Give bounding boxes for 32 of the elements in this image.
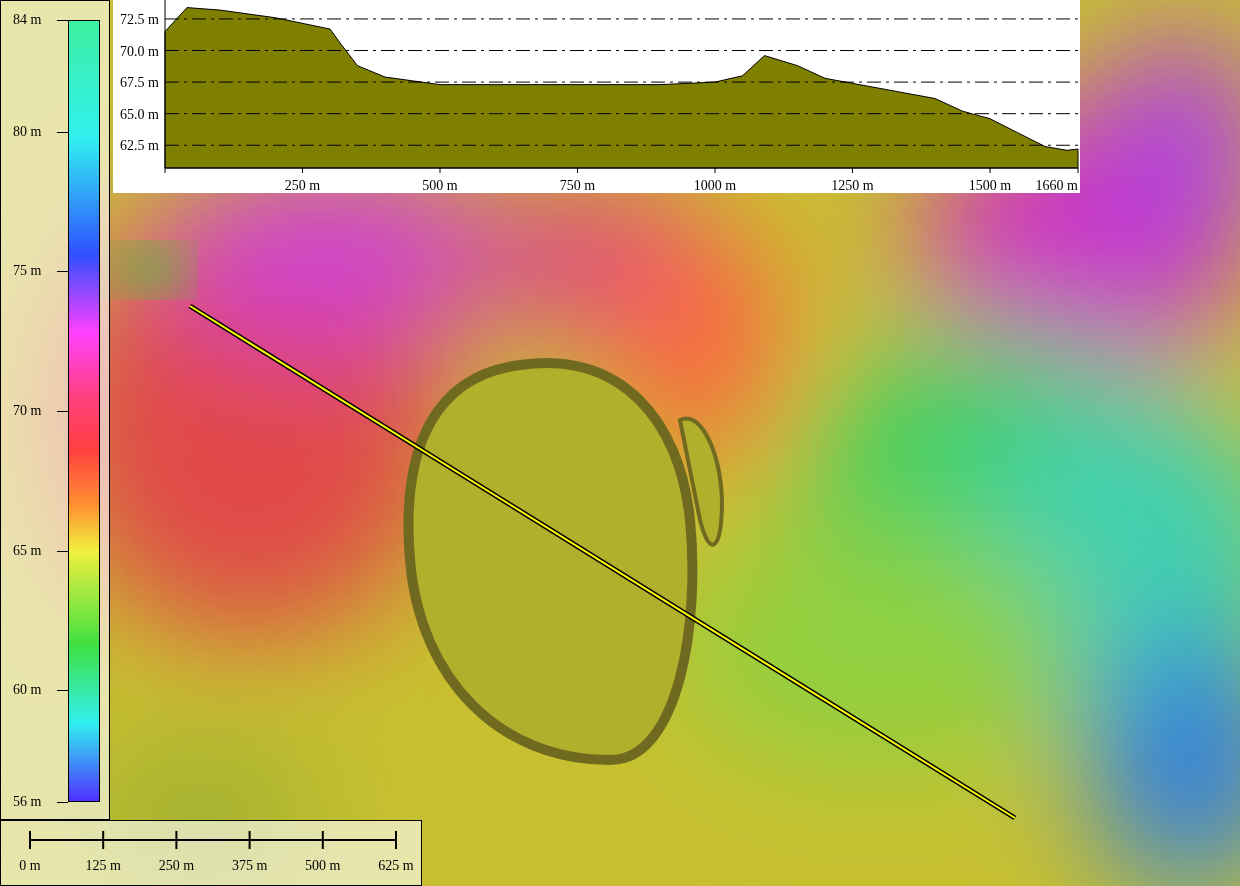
x-axis-label: 1000 m bbox=[693, 178, 737, 193]
tick-mark bbox=[57, 411, 68, 412]
tick-mark bbox=[57, 802, 68, 803]
legend-label: 80 m bbox=[13, 124, 42, 139]
x-axis-label: 750 m bbox=[559, 178, 596, 193]
tick-mark bbox=[57, 690, 68, 692]
tick-mark bbox=[57, 550, 68, 552]
legend-label: 70 m bbox=[13, 404, 42, 418]
legend-label: 60 m bbox=[13, 683, 42, 698]
scale-label: 500 m bbox=[305, 859, 341, 873]
scale-label: 0 m bbox=[19, 859, 41, 873]
legend-label: 56 m bbox=[13, 795, 42, 809]
legend-label: 75 m bbox=[13, 264, 42, 279]
scale-label: 125 m bbox=[85, 859, 121, 873]
tick-mark bbox=[57, 131, 68, 133]
y-axis-label: 62.5 m bbox=[120, 138, 159, 154]
x-axis-label: 1500 m bbox=[968, 178, 1012, 193]
x-axis-label: 500 m bbox=[422, 178, 458, 193]
x-axis-label: 1660 m bbox=[1035, 178, 1078, 193]
y-axis-label: 70.0 m bbox=[120, 43, 159, 59]
tick-mark bbox=[57, 20, 68, 21]
legend-label: 65 m bbox=[13, 543, 42, 558]
y-axis-label: 65.0 m bbox=[120, 106, 159, 122]
y-axis-label: 72.5 m bbox=[120, 11, 159, 27]
scale-label: 250 m bbox=[158, 859, 195, 873]
x-axis-label: 250 m bbox=[284, 178, 321, 193]
scale-label: 625 m bbox=[378, 859, 414, 873]
legend-label: 84 m bbox=[13, 13, 42, 27]
scale-label: 375 m bbox=[231, 859, 268, 873]
x-axis-label: 1250 m bbox=[831, 178, 874, 193]
tick-mark bbox=[57, 271, 68, 273]
y-axis-label: 67.5 m bbox=[120, 75, 159, 91]
